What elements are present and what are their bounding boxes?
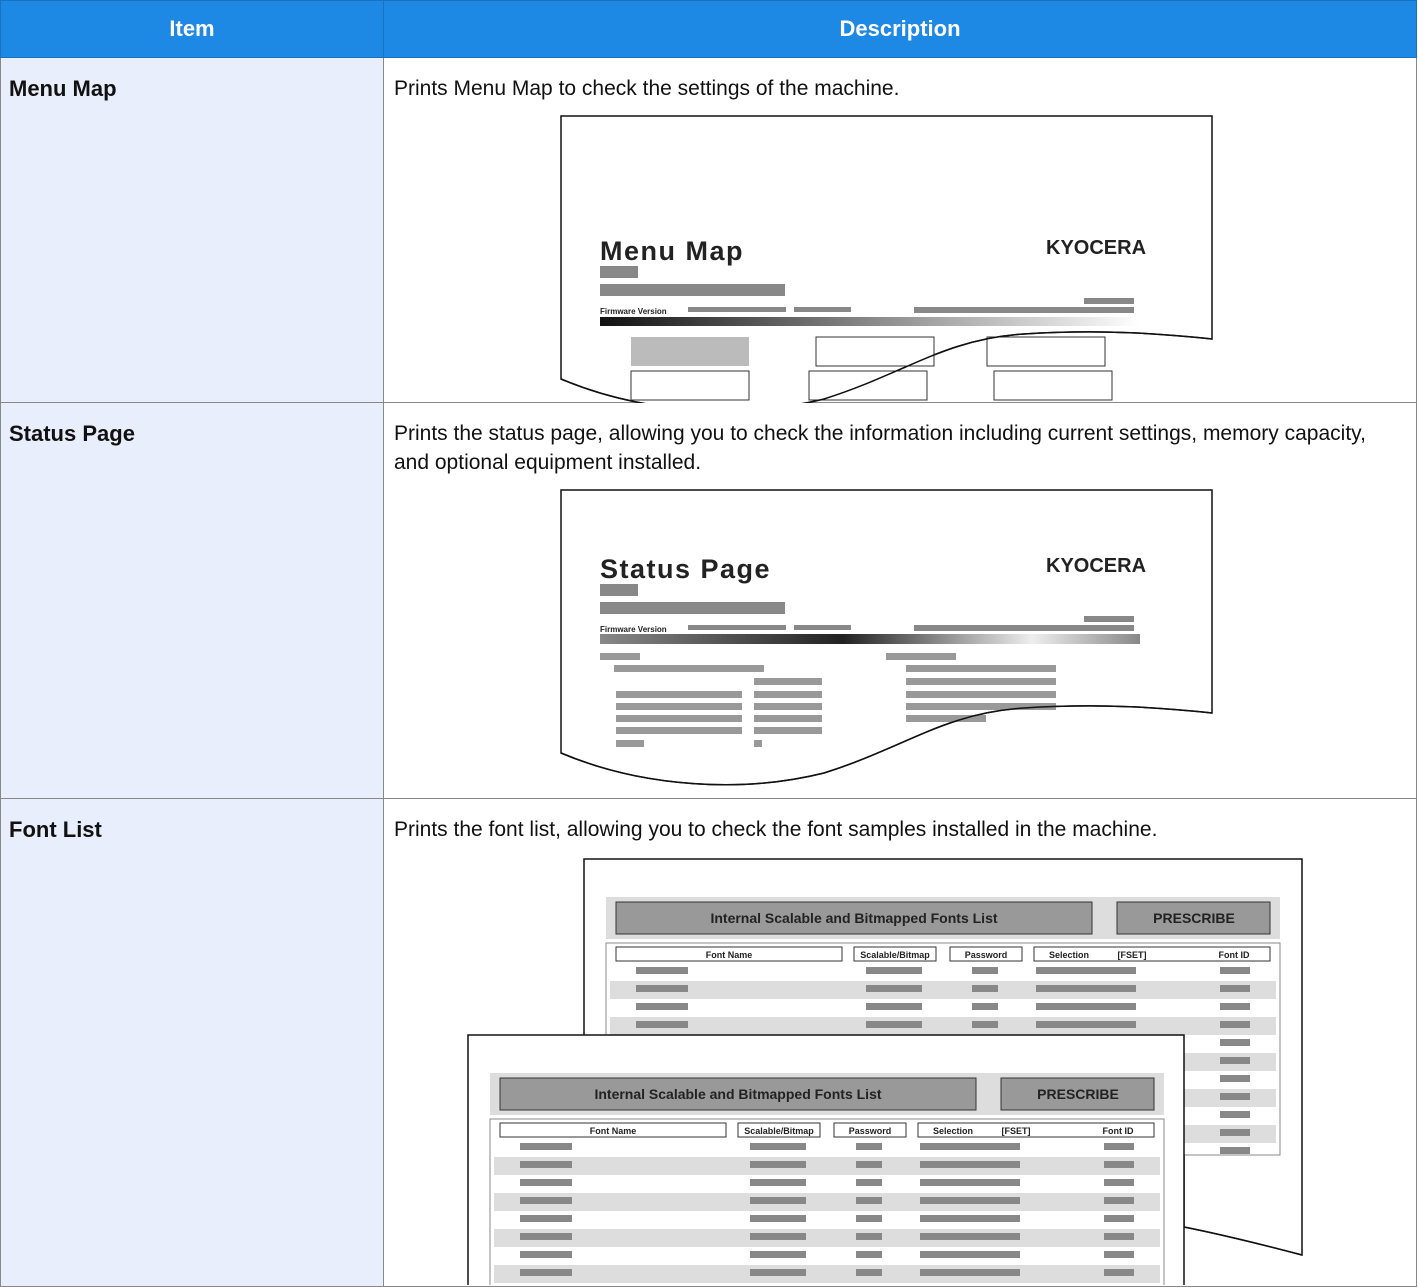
font-list-illustration: Internal Scalable and Bitmapped Fonts Li… xyxy=(467,858,1303,1285)
settings-table: Item Description Menu Map Prints Menu Ma… xyxy=(0,0,1417,1287)
kyocera-logo: KYOCERA xyxy=(1046,237,1146,259)
desc-font-list: Prints the font list, allowing you to ch… xyxy=(394,818,1158,841)
item-status-page: Status Page xyxy=(0,402,384,799)
item-font-list: Font List xyxy=(0,798,384,1287)
front-col-font-id: Font ID xyxy=(1103,1126,1134,1136)
front-col-fset: [FSET] xyxy=(1002,1126,1031,1136)
front-col-font-name: Font Name xyxy=(590,1126,637,1136)
kyocera-logo-2: KYOCERA xyxy=(1046,555,1146,577)
back-list-title: Internal Scalable and Bitmapped Fonts Li… xyxy=(710,910,997,926)
front-col-scalable: Scalable/Bitmap xyxy=(744,1126,814,1136)
menu-map-illustration: Menu Map KYOCERA Firmware Version xyxy=(560,115,1213,412)
back-col-selection: Selection xyxy=(1049,950,1089,960)
front-prescribe: PRESCRIBE xyxy=(1037,1086,1119,1102)
back-col-font-name: Font Name xyxy=(706,950,753,960)
back-col-password: Password xyxy=(965,950,1008,960)
table-header-row: Item Description xyxy=(0,0,1417,58)
firmware-label-1: Firmware Version xyxy=(600,307,667,316)
desc-cell-status-page: Prints the status page, allowing you to … xyxy=(383,402,1417,799)
menu-map-paper-title: Menu Map xyxy=(600,236,744,266)
table-row-status-page: Status Page Prints the status page, allo… xyxy=(0,402,1417,799)
desc-cell-menu-map: Prints Menu Map to check the settings of… xyxy=(383,57,1417,412)
front-col-selection: Selection xyxy=(933,1126,973,1136)
desc-status-page: Prints the status page, allowing you to … xyxy=(394,422,1366,474)
status-page-illustration: Status Page KYOCERA Firmware Version xyxy=(560,489,1213,786)
front-col-password: Password xyxy=(849,1126,892,1136)
header-description: Description xyxy=(383,0,1417,58)
firmware-label-2: Firmware Version xyxy=(600,625,667,634)
item-menu-map: Menu Map xyxy=(0,57,384,403)
front-list-title: Internal Scalable and Bitmapped Fonts Li… xyxy=(594,1086,881,1102)
desc-menu-map: Prints Menu Map to check the settings of… xyxy=(394,77,900,100)
back-col-fset: [FSET] xyxy=(1118,950,1147,960)
desc-cell-font-list: Prints the font list, allowing you to ch… xyxy=(383,798,1417,1287)
table-row-font-list: Font List Prints the font list, allowing… xyxy=(0,798,1417,1287)
status-page-paper-title: Status Page xyxy=(600,554,771,584)
back-col-scalable: Scalable/Bitmap xyxy=(860,950,930,960)
back-col-font-id: Font ID xyxy=(1219,950,1250,960)
header-item: Item xyxy=(0,0,384,58)
table-row-menu-map: Menu Map Prints Menu Map to check the se… xyxy=(0,57,1417,412)
back-prescribe: PRESCRIBE xyxy=(1153,910,1235,926)
